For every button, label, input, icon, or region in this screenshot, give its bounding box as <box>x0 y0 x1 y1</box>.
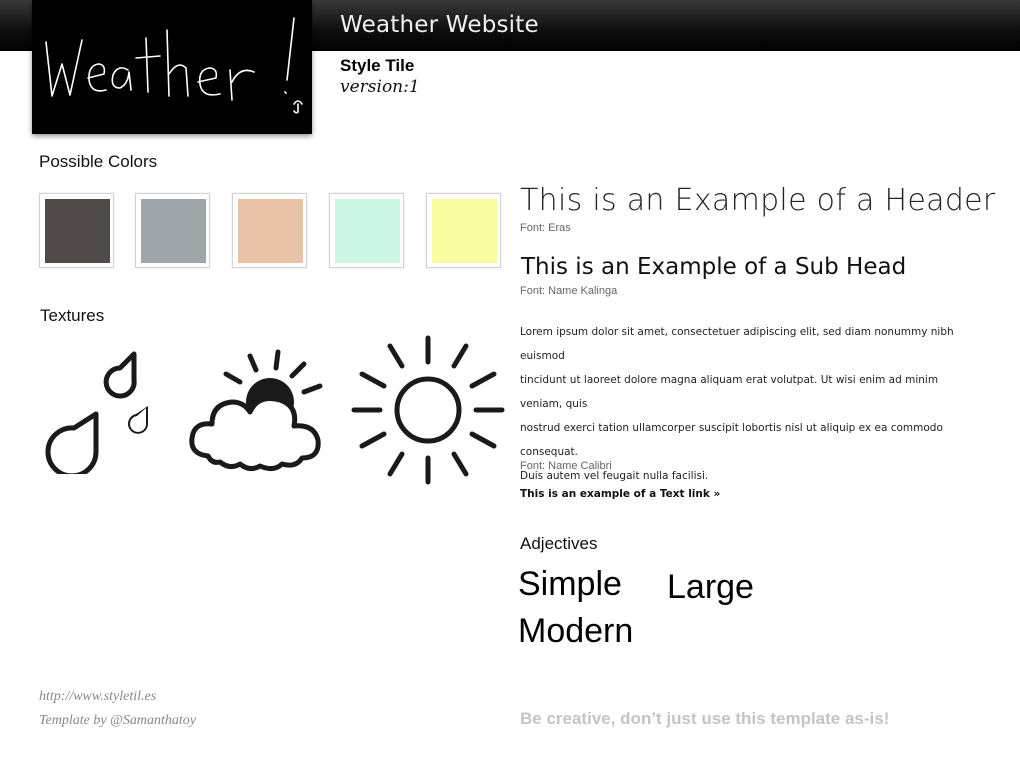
color-swatch <box>135 193 210 268</box>
adjective-word: Modern <box>518 612 634 650</box>
tile-title: Style Tile <box>340 56 415 75</box>
creative-tagline: Be creative, don’t just use this templat… <box>520 709 890 728</box>
footer-credit: Template by @Samanthatoy <box>39 713 197 728</box>
body-font-note: Font: Name Calibri <box>520 460 612 472</box>
body-line: nostrud exerci tation ullamcorper suscip… <box>520 422 943 458</box>
handwritten-logo <box>45 17 303 114</box>
body-line: tincidunt ut laoreet dolore magna aliqua… <box>520 374 939 410</box>
color-swatch-fill <box>45 199 110 263</box>
color-swatch-fill <box>141 199 206 263</box>
color-swatch <box>39 193 114 268</box>
footer-url: http://www.styletil.es <box>39 689 157 704</box>
color-swatch <box>426 193 501 268</box>
adjectives-label: Adjectives <box>520 534 598 553</box>
color-swatch-fill <box>432 199 497 263</box>
raindrops-icon <box>45 351 148 474</box>
possible-colors-label: Possible Colors <box>39 152 158 171</box>
logo <box>32 0 312 134</box>
body-line: Lorem ipsum dolor sit amet, consectetuer… <box>520 326 954 362</box>
example-subhead: This is an Example of a Sub Head <box>521 254 907 280</box>
color-swatch <box>232 193 307 268</box>
tile-version: version:1 <box>340 77 420 97</box>
site-title: Weather Website <box>340 12 539 38</box>
example-header: This is an Example of a Header <box>520 183 996 218</box>
color-swatch <box>329 193 404 268</box>
textures-label: Textures <box>40 306 105 325</box>
partly-sunny-cloud-icon <box>189 349 323 472</box>
adjective-word: Large <box>667 568 754 606</box>
color-swatch-fill <box>238 199 303 263</box>
adjective-word: Simple <box>518 565 622 603</box>
example-text-link[interactable]: This is an example of a Text link » <box>520 488 720 500</box>
subhead-font-note: Font: Name Kalinga <box>520 285 618 297</box>
color-swatch-fill <box>335 199 400 263</box>
sun-icon <box>351 335 505 485</box>
header-font-note: Font: Eras <box>520 222 571 234</box>
